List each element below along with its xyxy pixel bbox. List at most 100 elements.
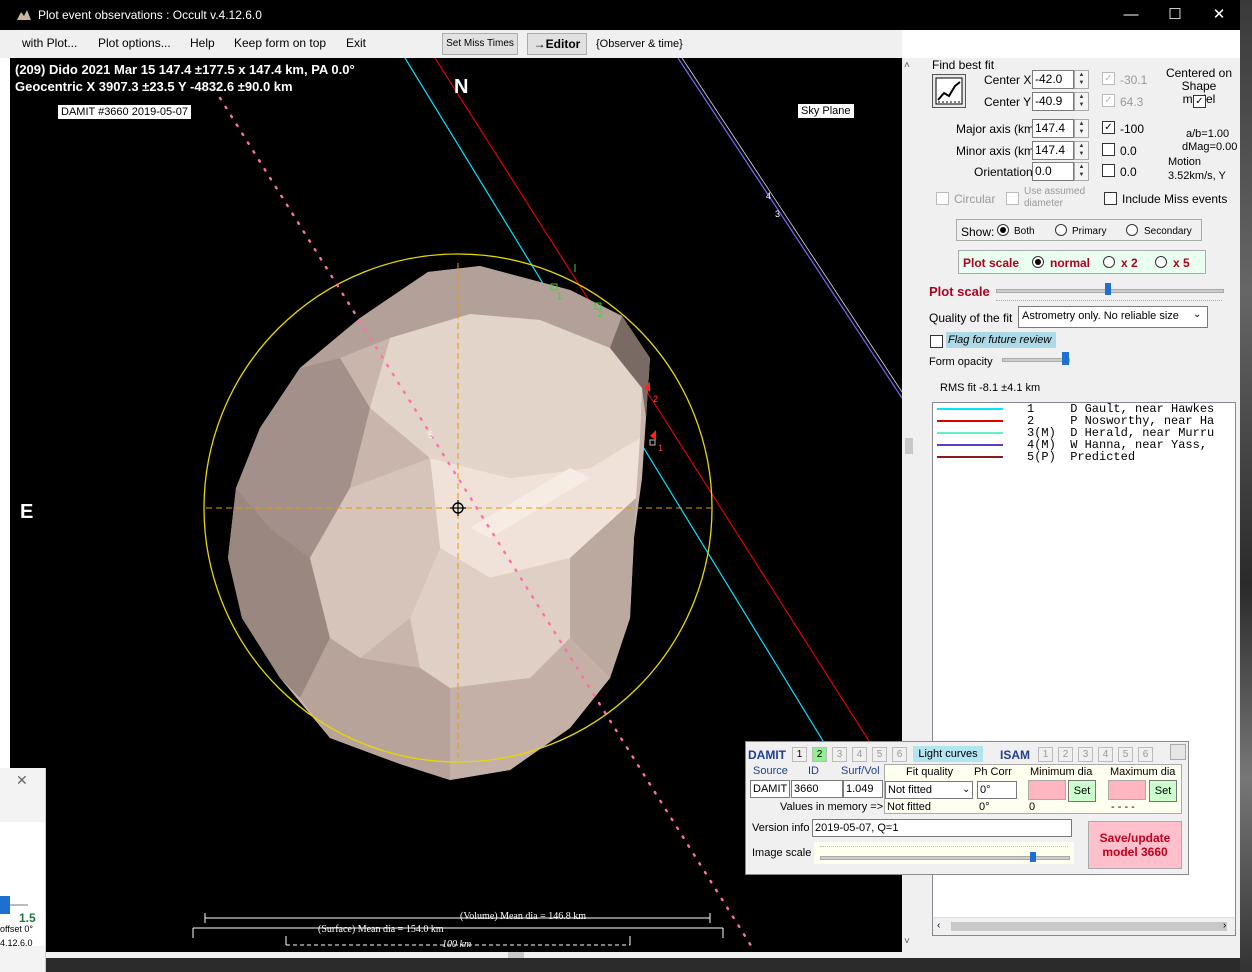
damit-tab-2[interactable]: 2 (812, 747, 827, 762)
isam-tab-1[interactable]: 1 (1038, 747, 1053, 762)
background-slider-thumb[interactable] (0, 896, 10, 914)
plot-header-line1: (209) Dido 2021 Mar 15 147.4 ±177.5 x 14… (15, 62, 355, 77)
observer-time-label: {Observer & time} (596, 38, 683, 50)
center-y-spinner[interactable]: ▲ ▼ (1074, 92, 1089, 111)
find-best-fit-button[interactable] (932, 74, 966, 108)
set-miss-times-button[interactable]: Set Miss Times (442, 33, 518, 55)
ph-corr-label: Ph Corr (974, 766, 1012, 778)
maximize-button[interactable]: ☐ (1152, 0, 1198, 30)
scroll-up-arrow[interactable]: ˄ (904, 60, 910, 71)
source-field[interactable]: DAMIT (750, 780, 790, 798)
major-axis-label: Major axis (km) (956, 122, 1039, 136)
menu-with-plot[interactable]: with Plot... (22, 36, 77, 50)
damit-tab-5[interactable]: 5 (872, 747, 887, 762)
editor-button[interactable]: →Editor (527, 33, 587, 55)
minor-axis-spinner[interactable]: ▲ ▼ (1074, 141, 1089, 160)
show-primary-radio[interactable] (1055, 224, 1067, 236)
scale-x2-radio[interactable] (1103, 256, 1115, 268)
max-dia-set-button[interactable]: Set (1149, 780, 1177, 802)
damit-tab-4[interactable]: 4 (852, 747, 867, 762)
center-y-fit-checkbox[interactable]: ✓ (1102, 94, 1115, 107)
isam-tab-4[interactable]: 4 (1098, 747, 1113, 762)
scale-x5-label: x 5 (1173, 256, 1190, 270)
menu-help[interactable]: Help (190, 36, 215, 50)
sky-plane-label: Sky Plane (798, 104, 854, 118)
min-dia-label: Minimum dia (1030, 766, 1093, 778)
fit-quality-dropdown[interactable]: Not fitted ⌄ (885, 781, 973, 799)
form-opacity-slider-thumb[interactable] (1062, 352, 1069, 365)
isam-tab-2[interactable]: 2 (1058, 747, 1073, 762)
fit-quality-label: Fit quality (906, 766, 954, 778)
quality-dropdown[interactable]: Astrometry only. No reliable size ⌄ (1018, 306, 1208, 328)
show-primary-label: Primary (1072, 226, 1107, 237)
damit-close-button[interactable] (1170, 744, 1186, 760)
ab-ratio: a/b=1.00 (1186, 128, 1230, 140)
major-axis-input[interactable]: 147.4 (1032, 119, 1074, 138)
flag-review-checkbox[interactable] (930, 335, 943, 348)
id-field[interactable]: 3660 (791, 780, 843, 798)
light-curves-button[interactable]: Light curves (913, 746, 983, 762)
major-axis-spinner[interactable]: ▲ ▼ (1074, 119, 1089, 138)
ph-corr-field[interactable]: 0° (977, 781, 1017, 799)
plot-hscroll-thumb[interactable] (508, 952, 524, 958)
damit-model-label: DAMIT #3660 2019-05-07 (58, 105, 191, 119)
desktop-background (1240, 0, 1252, 972)
form-opacity-slider-track[interactable] (1002, 358, 1070, 362)
min-dia-set-button[interactable]: Set (1068, 780, 1096, 802)
close-button[interactable]: ✕ (1196, 0, 1242, 30)
image-scale-slider[interactable] (814, 842, 1074, 864)
center-y-input[interactable]: -40.9 (1032, 92, 1074, 111)
minor-axis-fit-checkbox[interactable] (1102, 143, 1115, 156)
include-miss-checkbox[interactable] (1104, 192, 1117, 205)
damit-tab-1[interactable]: 1 (792, 747, 807, 762)
scale-x5-radio[interactable] (1155, 256, 1167, 268)
minimize-button[interactable]: — (1108, 0, 1154, 30)
legend-hscroll-thumb[interactable] (951, 922, 1227, 931)
circular-checkbox[interactable] (936, 192, 949, 205)
plot-scale-slider-thumb[interactable] (1105, 283, 1111, 295)
plot-header-line2: Geocentric X 3907.3 ±23.5 Y -4832.6 ±90.… (15, 79, 293, 94)
isam-tab-3[interactable]: 3 (1078, 747, 1093, 762)
isam-tab-6[interactable]: 6 (1138, 747, 1153, 762)
min-dia-field[interactable] (1028, 780, 1066, 800)
show-both-label: Both (1014, 226, 1035, 237)
legend-swatch-1 (937, 408, 1003, 410)
damit-tab-3[interactable]: 3 (832, 747, 847, 762)
center-x-fit-checkbox[interactable]: ✓ (1102, 72, 1115, 85)
menu-keep-on-top[interactable]: Keep form on top (234, 36, 326, 50)
orientation-spinner[interactable]: ▲ ▼ (1074, 162, 1089, 181)
legend-hscrollbar[interactable]: ‹ › (933, 917, 1235, 935)
legend-swatch-3 (937, 432, 1003, 434)
max-dia-field[interactable] (1108, 780, 1146, 800)
save-update-model-button[interactable]: Save/update model 3660 (1088, 821, 1182, 869)
plot-hscrollbar[interactable] (10, 952, 902, 958)
menu-exit[interactable]: Exit (346, 36, 366, 50)
scale-x2-label: x 2 (1121, 256, 1138, 270)
scroll-down-arrow[interactable]: ˅ (904, 936, 910, 947)
menu-plot-options[interactable]: Plot options... (98, 36, 171, 50)
minor-axis-input[interactable]: 147.4 (1032, 141, 1074, 160)
center-x-spinner[interactable]: ▲ ▼ (1074, 70, 1089, 89)
image-scale-thumb[interactable] (1030, 852, 1036, 862)
show-both-radio[interactable] (997, 224, 1009, 236)
damit-dialog: DAMIT 1 2 3 4 5 6 Light curves ISAM 1 2 … (745, 741, 1189, 875)
orientation-input[interactable]: 0.0 (1032, 162, 1074, 181)
major-axis-fit-value: -100 (1120, 122, 1145, 136)
scale-normal-radio[interactable] (1032, 256, 1044, 268)
isam-tab-5[interactable]: 5 (1118, 747, 1133, 762)
major-axis-fit-checkbox[interactable]: ✓ (1102, 121, 1115, 134)
surfvol-field[interactable]: 1.049 (843, 780, 883, 798)
scroll-right-arrow[interactable]: › (1223, 920, 1226, 931)
damit-tab-6[interactable]: 6 (892, 747, 907, 762)
center-x-input[interactable]: -42.0 (1032, 70, 1074, 89)
center-y-label: Center Y (984, 95, 1032, 109)
panel-scrollbar-thumb[interactable] (905, 438, 913, 454)
show-secondary-radio[interactable] (1126, 224, 1138, 236)
centered-on-shape-checkbox[interactable]: ✓ (1193, 95, 1206, 108)
use-assumed-checkbox[interactable] (1006, 192, 1019, 205)
version-info-field[interactable]: 2019-05-07, Q=1 (812, 819, 1072, 837)
close-icon[interactable]: ✕ (16, 772, 28, 789)
scroll-left-arrow[interactable]: ‹ (937, 920, 940, 931)
chord-label: 1 (557, 291, 563, 301)
orientation-fit-checkbox[interactable] (1102, 164, 1115, 177)
